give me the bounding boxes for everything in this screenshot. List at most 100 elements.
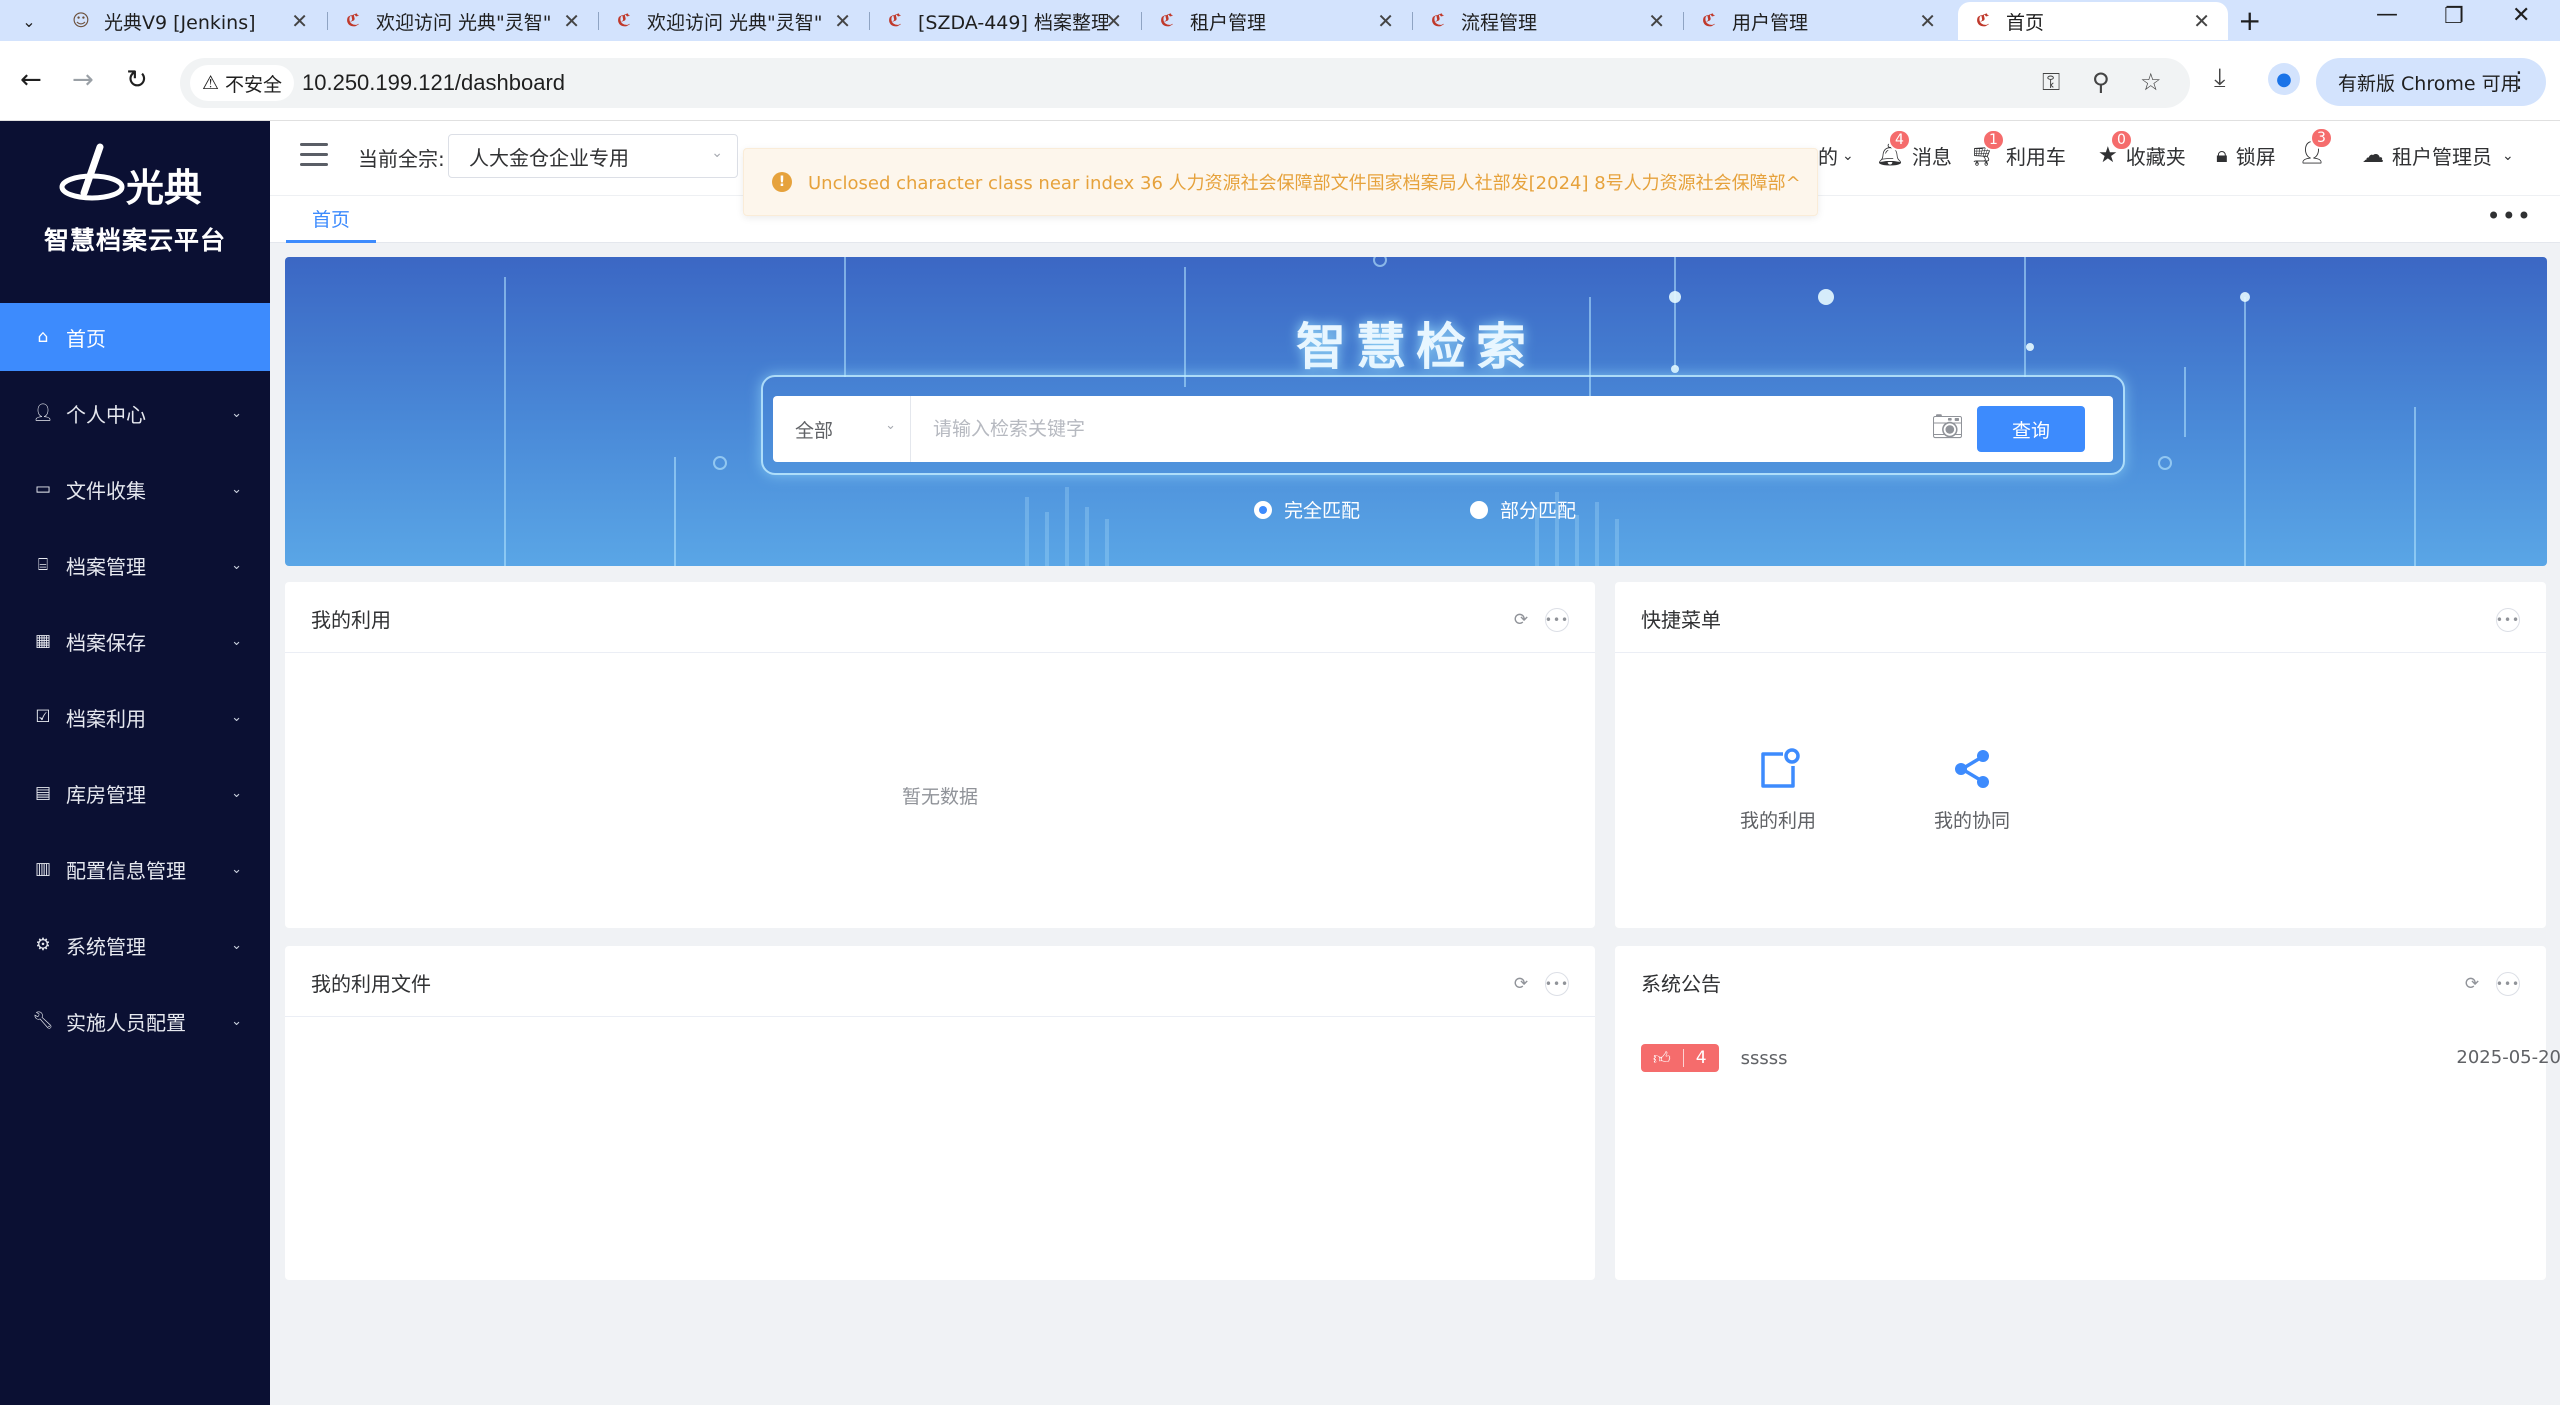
app-favicon-icon: ℭ: [617, 11, 631, 31]
briefcase-icon: ▭: [34, 479, 52, 499]
card-my-use: 我的利用 ⟳ ••• 暂无数据: [285, 582, 1595, 928]
quick-item-my-use[interactable]: 我的利用: [1703, 746, 1853, 833]
like-tag: 👍︎ 4: [1641, 1044, 1719, 1072]
reload-icon: ↻: [126, 65, 148, 95]
search-box: 全部 ⌄ 📷︎ 查询: [773, 396, 2113, 462]
minimize-button[interactable]: —: [2376, 2, 2398, 27]
chevron-down-icon: ⌄: [1842, 147, 1854, 164]
close-icon[interactable]: ✕: [1648, 9, 1665, 33]
notice-item[interactable]: 👍︎ 4 sssss 2025-05-20: [1641, 1042, 2560, 1074]
messages-button[interactable]: 🔔︎ 4 消息: [1876, 129, 1952, 170]
sidebar-item-implementer[interactable]: 🔧︎ 实施人员配置 ⌄: [0, 987, 270, 1055]
header-partial-menu[interactable]: 的 ⌄: [1818, 141, 1854, 170]
browser-tab-szda[interactable]: ℭ [SZDA-449] 档案整理 ✕: [870, 2, 1140, 40]
close-icon[interactable]: ✕: [1377, 9, 1394, 33]
sidebar-item-archive-manage[interactable]: ⌸ 档案管理 ⌄: [0, 531, 270, 599]
restore-button[interactable]: ❐: [2444, 4, 2464, 29]
radio-exact-match[interactable]: 完全匹配: [1254, 496, 1360, 523]
chevron-down-icon: ⌄: [231, 1013, 242, 1029]
more-horizontal-icon[interactable]: •••: [1545, 608, 1569, 632]
chrome-update-button[interactable]: 有新版 Chrome 可用 ⋮: [2316, 58, 2546, 106]
sidebar-item-system[interactable]: ⚙ 系统管理 ⌄: [0, 911, 270, 979]
card-title: 快捷菜单: [1641, 608, 1721, 632]
chevron-down-icon: ⌄: [231, 785, 242, 801]
zoom-icon[interactable]: ⚲: [2092, 68, 2110, 96]
wrench-icon: 🔧︎: [32, 1011, 54, 1031]
user-badge: 3: [2310, 127, 2333, 149]
radio-partial-match[interactable]: 部分匹配: [1470, 496, 1576, 523]
url-text[interactable]: 10.250.199.121/dashboard: [302, 70, 565, 96]
lock-screen-button[interactable]: 🔒︎ 锁屏: [2216, 141, 2276, 170]
more-horizontal-icon[interactable]: •••: [2487, 202, 2532, 230]
search-button[interactable]: 查询: [1977, 406, 2085, 452]
logo: 光典 智慧档案云平台: [0, 121, 270, 301]
profile-avatar-icon[interactable]: ●: [2268, 63, 2300, 95]
search-input[interactable]: [913, 396, 1913, 462]
close-icon[interactable]: ✕: [834, 9, 851, 33]
sidebar-item-config-info[interactable]: ▥ 配置信息管理 ⌄: [0, 835, 270, 903]
close-icon[interactable]: ✕: [1919, 9, 1936, 33]
sidebar-item-archive-use[interactable]: ☑ 档案利用 ⌄: [0, 683, 270, 751]
bookmark-star-icon[interactable]: ☆: [2140, 68, 2162, 96]
security-indicator[interactable]: ⚠ 不安全: [190, 65, 295, 101]
restore-icon: ❐: [2444, 4, 2464, 29]
favorites-badge: 0: [2110, 129, 2133, 151]
browser-tab-users[interactable]: ℭ 用户管理 ✕: [1684, 2, 1954, 40]
bank-icon: ⌸: [37, 555, 49, 575]
browser-tab-process[interactable]: ℭ 流程管理 ✕: [1413, 2, 1683, 40]
favorites-button[interactable]: ★ 0 收藏夹: [2098, 129, 2186, 170]
cart-badge: 1: [1982, 129, 2005, 151]
browser-tab-tenant[interactable]: ℭ 租户管理 ✕: [1142, 2, 1412, 40]
tenant-select[interactable]: 人大金仓企业专用 ⌄: [448, 134, 738, 178]
bell-icon: 🔔︎ 4: [1876, 129, 1911, 168]
sidebar-item-home[interactable]: ⌂ 首页: [0, 303, 270, 371]
tab-search-button[interactable]: ⌄: [12, 7, 46, 35]
quick-item-collaboration[interactable]: 我的协同: [1897, 746, 2047, 833]
window-close-button[interactable]: ✕: [2512, 3, 2530, 28]
reload-button[interactable]: ↻: [126, 65, 148, 95]
chevron-down-icon: ⌄: [231, 405, 242, 421]
card-divider: [1615, 652, 2546, 653]
menu-toggle-icon[interactable]: [300, 143, 328, 167]
sidebar-item-file-collect[interactable]: ▭ 文件收集 ⌄: [0, 455, 270, 523]
lock-icon: 🔒︎: [2216, 143, 2228, 168]
tag-home[interactable]: 首页: [286, 196, 376, 243]
more-horizontal-icon[interactable]: •••: [2496, 972, 2520, 996]
browser-tab-welcome-2[interactable]: ℭ 欢迎访问 光典"灵智" ✕: [599, 2, 869, 40]
sidebar-item-warehouse[interactable]: ▤ 库房管理 ⌄: [0, 759, 270, 827]
refresh-icon[interactable]: ⟳: [1509, 972, 1533, 996]
new-tab-button[interactable]: +: [2238, 4, 2261, 37]
user-icon: 👤︎: [32, 403, 54, 423]
cart-icon: 🛒︎ 1: [1970, 129, 2005, 168]
key-icon[interactable]: ⚿: [2042, 68, 2060, 96]
refresh-icon[interactable]: ⟳: [1509, 608, 1533, 632]
chevron-down-icon: ⌄: [231, 861, 242, 877]
forward-button[interactable]: →: [72, 65, 94, 95]
share-icon: [1955, 750, 1989, 788]
download-icon[interactable]: ⤓: [2214, 63, 2226, 94]
more-horizontal-icon[interactable]: •••: [2496, 608, 2520, 632]
back-button[interactable]: ←: [20, 65, 42, 95]
arrow-left-icon: ←: [20, 65, 42, 95]
building-icon: ▦: [34, 631, 52, 651]
chevron-down-icon: ⌄: [22, 11, 36, 31]
search-scope-select[interactable]: 全部 ⌄: [773, 396, 911, 462]
close-icon[interactable]: ✕: [2193, 9, 2210, 33]
more-horizontal-icon[interactable]: •••: [1545, 972, 1569, 996]
close-icon[interactable]: ✕: [563, 9, 580, 33]
cart-button[interactable]: 🛒︎ 1 利用车: [1970, 129, 2066, 170]
sidebar-item-archive-store[interactable]: ▦ 档案保存 ⌄: [0, 607, 270, 675]
browser-tab-home[interactable]: ℭ 首页 ✕: [1958, 2, 2228, 40]
close-icon[interactable]: ✕: [1105, 9, 1122, 33]
user-menu[interactable]: ☁ 租户管理员 ⌄: [2362, 141, 2514, 170]
browser-tab-jenkins[interactable]: ☺ 光典V9 [Jenkins] ✕: [56, 2, 326, 40]
camera-icon[interactable]: 📷︎: [1931, 412, 1964, 442]
browser-toolbar: ← → ↻ ⚠ 不安全 10.250.199.121/dashboard ⚿ ⚲…: [0, 41, 2560, 121]
sidebar-item-personal[interactable]: 👤︎ 个人中心 ⌄: [0, 379, 270, 447]
browser-tab-welcome-1[interactable]: ℭ 欢迎访问 光典"灵智" ✕: [328, 2, 598, 40]
refresh-icon[interactable]: ⟳: [2460, 972, 2484, 996]
app-favicon-icon: ℭ: [1976, 11, 1990, 31]
user-alerts-button[interactable]: 👤︎ 3: [2298, 127, 2334, 166]
close-icon[interactable]: ✕: [291, 9, 308, 33]
address-bar[interactable]: ⚠ 不安全 10.250.199.121/dashboard ⚿ ⚲ ☆: [180, 58, 2190, 108]
